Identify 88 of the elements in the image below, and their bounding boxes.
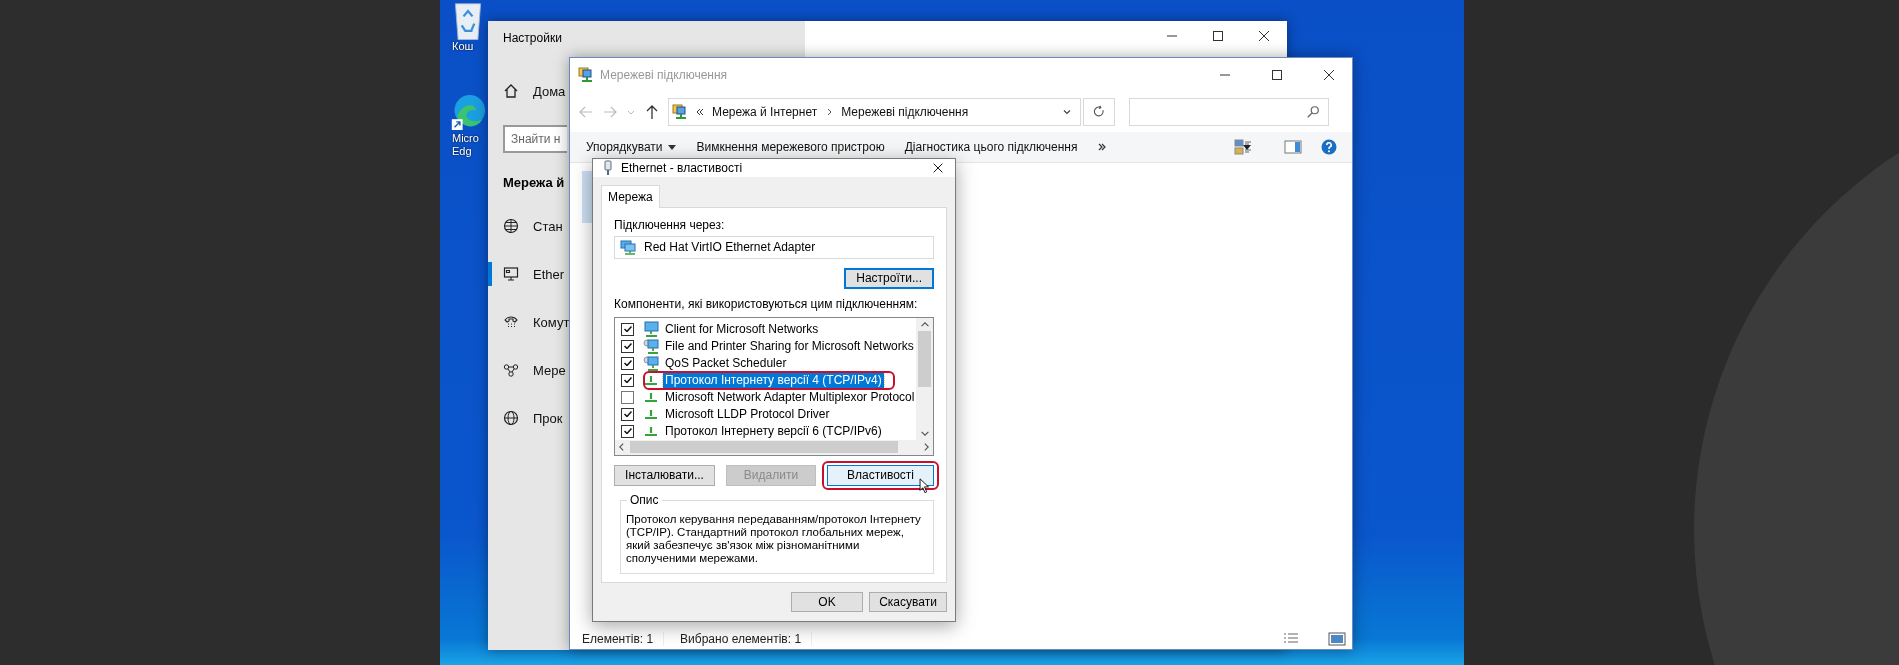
refresh-icon [1092,105,1106,119]
close-icon[interactable] [931,161,945,175]
checkbox[interactable] [621,373,634,387]
list-item[interactable]: File and Printer Sharing for Microsoft Networks [663,338,916,354]
browser-icon[interactable] [450,92,486,132]
action-button[interactable]: Властивості [827,464,934,486]
toolbar-button[interactable]: Діагностика цього підключення [904,140,1078,154]
checkbox[interactable] [621,356,634,370]
checkbox[interactable] [621,322,634,336]
nav-link[interactable]: Ether [533,266,565,282]
monitor-icon [643,321,659,338]
mouse-cursor-icon [919,477,930,494]
checkbox[interactable] [621,339,634,353]
nav-link[interactable]: Дома [533,83,566,99]
window-title: Настройки [503,30,563,47]
breadcrumb-link[interactable]: Мережа й Інтернет [712,105,818,119]
view-options-icon[interactable] [1234,139,1252,155]
check-mark-icon [623,377,632,384]
double-chevron-icon[interactable] [695,107,705,117]
check-mark-icon [623,343,632,350]
status-text: Вибрано елементів: 1 [680,632,813,646]
network-connections-icon [672,104,688,120]
list-item[interactable]: Microsoft Network Adapter Multiplexor Protocol [663,389,916,405]
desktop-icon-label: Edg [452,145,472,158]
nav-link[interactable]: Прок [533,410,563,426]
list-item[interactable]: QoS Packet Scheduler [663,355,789,371]
list-item[interactable]: Client for Microsoft Networks [663,321,821,337]
toolbar-button[interactable]: Упорядкувати [586,140,663,154]
nav-link[interactable]: Комут [533,314,570,330]
check-mark-icon [623,326,632,333]
globe-icon [503,218,519,234]
protocol-icon [645,375,657,386]
up-arrow-icon[interactable] [644,104,660,120]
help-icon[interactable] [1320,139,1338,155]
dropdown-caret-icon[interactable] [1062,107,1072,117]
home-icon [503,83,519,99]
adapter-name: Red Hat VirtIO Ethernet Adapter [644,240,816,255]
network-connections-icon [578,67,594,83]
search-field[interactable]: Знайти н [503,125,567,153]
breadcrumb-link[interactable]: Мережеві підключення [841,105,969,119]
ethernet-plug-icon [603,160,613,176]
field-label: Компоненти, які використовуються цим підключенням: [614,296,919,311]
refresh-button[interactable] [1083,98,1115,126]
field-label: Підключення через: [614,218,726,232]
preview-pane-icon[interactable] [1284,139,1302,155]
tab[interactable]: Мережа [601,185,660,208]
desktop-icon-label: Кош [452,40,474,53]
phone-icon [503,314,519,330]
protocol-icon [645,426,657,437]
search-icon [1306,105,1320,119]
caret-icon[interactable] [1242,142,1252,152]
check-mark-icon [623,411,632,418]
group-title: Опис [627,492,662,507]
desktop-icon-label: Micro [452,132,479,145]
service-icon [643,338,659,355]
check-mark-icon [623,428,632,435]
dialog-title: Ethernet - властивості [621,161,743,175]
nav-link[interactable]: Мере [533,362,566,378]
list-item[interactable]: Протокол Інтернету версії 6 (TCP/IPv6) [663,423,884,439]
toolbar-button[interactable]: Вимкнення мережевого пристрою [696,140,885,154]
protocol-icon [645,409,657,420]
checkbox[interactable] [621,407,634,421]
checkbox[interactable] [621,424,634,438]
large-icons-view-icon[interactable] [1328,631,1346,647]
section-heading: Мережа й [503,175,566,190]
nav-link[interactable]: Стан [533,218,563,234]
search-field[interactable] [1129,98,1329,126]
double-chevron-icon[interactable] [1097,142,1108,152]
globe-icon [503,410,519,426]
monitor-icon [503,266,519,282]
check-mark-icon [623,360,632,367]
configure-button[interactable]: Настроїти... [844,267,934,289]
caret-icon[interactable] [666,142,677,152]
network-nodes-icon [503,362,519,378]
window-title: Мережеві підключення [600,68,728,82]
cancel-button[interactable]: Скасувати [869,592,947,612]
list-item[interactable]: Microsoft LLDP Protocol Driver [663,406,832,422]
vertical-scrollbar[interactable] [916,317,933,440]
service-icon [643,355,659,372]
address-bar[interactable]: Мережа й Інтернет Мережеві підключення [668,98,1081,126]
horizontal-scrollbar[interactable] [615,439,933,455]
ok-button[interactable]: OK [791,592,863,612]
checkbox[interactable] [621,390,634,404]
action-button[interactable]: Інсталювати... [614,464,715,486]
status-text: Елементів: 1 [582,632,665,646]
network-adapter-icon [620,239,636,256]
description-text: Протокол керування передаванням/протокол Інтернету (TCP/IP). Стандартний протокол глобальних мереж, який забезпечує зв'язок між різноманітними сполученими мережами. [626,512,922,565]
protocol-icon [645,392,657,403]
